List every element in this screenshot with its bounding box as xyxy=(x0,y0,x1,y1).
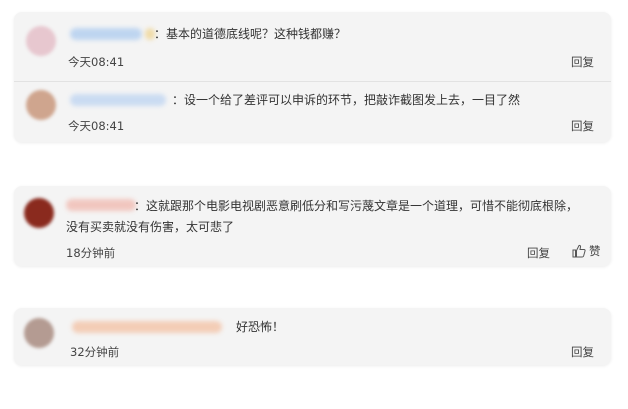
comment-timestamp: 18分钟前 xyxy=(66,246,116,260)
reply-button[interactable]: 回复 xyxy=(571,344,594,360)
username-blurred[interactable] xyxy=(70,28,142,40)
comment-timestamp: 今天08:41 xyxy=(68,119,125,133)
thumbs-up-icon xyxy=(572,244,586,261)
comment-card: ：基本的道德底线呢？这种钱都赚？ 今天08:41 回复 ：设一个给了差评可以申诉… xyxy=(14,12,611,142)
comment-text: ：设一个给了差评可以申诉的环节，把敲诈截图发上去，一目了然 xyxy=(172,93,521,107)
comment-item: ：这就跟那个电影电视剧恶意刷低分和写污蔑文章是一个道理，可惜不能彻底根除， 没有… xyxy=(14,186,611,266)
comment-timestamp: 32分钟前 xyxy=(70,345,120,359)
user-avatar[interactable] xyxy=(26,26,56,56)
comment-card: ：这就跟那个电影电视剧恶意刷低分和写污蔑文章是一个道理，可惜不能彻底根除， 没有… xyxy=(14,186,611,266)
reply-button[interactable]: 回复 xyxy=(571,118,594,134)
username-blurred[interactable] xyxy=(66,199,136,211)
comment-timestamp: 今天08:41 xyxy=(68,55,125,69)
reply-button[interactable]: 回复 xyxy=(527,245,550,261)
reply-button[interactable]: 回复 xyxy=(571,54,594,70)
user-avatar[interactable] xyxy=(24,318,54,348)
comment-text-line-1: ：这就跟那个电影电视剧恶意刷低分和写污蔑文章是一个道理，可惜不能彻底根除， xyxy=(134,199,579,213)
username-blurred[interactable] xyxy=(70,94,166,106)
comment-item: ：基本的道德底线呢？这种钱都赚？ 今天08:41 回复 xyxy=(14,12,611,77)
user-avatar[interactable] xyxy=(24,198,54,228)
comment-card: 好恐怖！ 32分钟前 回复 xyxy=(14,308,611,365)
comment-text: ：基本的道德底线呢？这种钱都赚？ xyxy=(154,27,347,41)
like-button[interactable]: 赞 xyxy=(572,243,601,261)
comment-item: 好恐怖！ 32分钟前 回复 xyxy=(14,308,611,365)
comment-text: 好恐怖！ xyxy=(236,320,285,334)
like-label: 赞 xyxy=(589,244,601,258)
username-blurred[interactable] xyxy=(72,321,222,333)
user-avatar[interactable] xyxy=(26,90,56,120)
comment-text-line-2: 没有买卖就没有伤害，太可悲了 xyxy=(66,220,235,234)
comment-item: ：设一个给了差评可以申诉的环节，把敲诈截图发上去，一目了然 今天08:41 回复 xyxy=(14,82,611,142)
